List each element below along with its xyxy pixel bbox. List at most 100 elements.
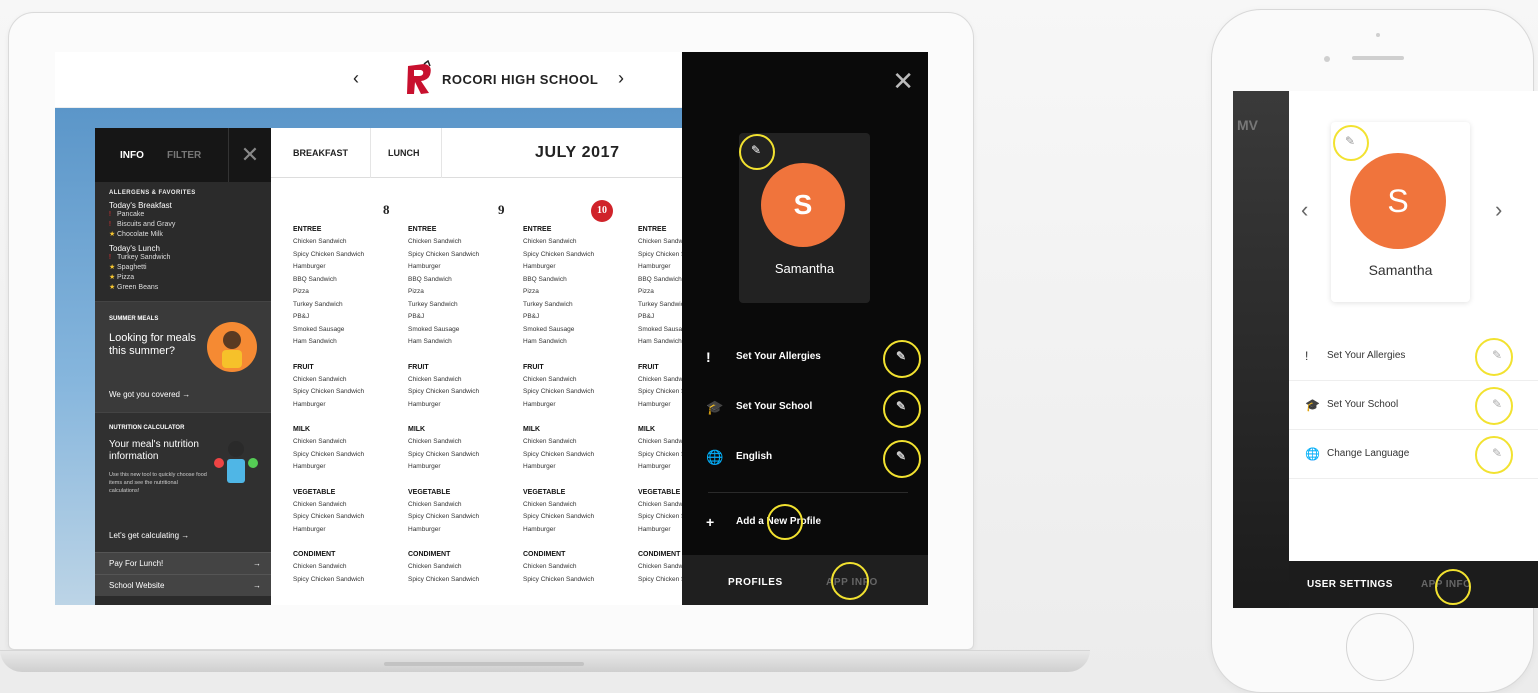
menu-food-item[interactable]: Hamburger — [523, 526, 556, 533]
menu-food-item[interactable]: Spicy Chicken Sandwich — [638, 513, 682, 520]
menu-food-item[interactable]: BBQ Sandwich — [523, 276, 567, 283]
menu-food-item[interactable]: Chicken Sandwich — [523, 501, 576, 508]
nutrition-calculator-card[interactable]: NUTRITION CALCULATOR Your meal's nutriti… — [95, 412, 271, 552]
tab-breakfast[interactable]: BREAKFAST — [293, 148, 348, 158]
edit-icon[interactable]: ✎ — [896, 349, 906, 363]
edit-icon[interactable]: ✎ — [1492, 348, 1502, 362]
sidebar-close-icon[interactable]: ✕ — [228, 128, 271, 182]
menu-food-item[interactable]: Smoked Sausage — [523, 326, 574, 333]
menu-food-item[interactable]: Turkey Sandwich — [523, 301, 573, 308]
tab-info[interactable]: INFO — [120, 150, 144, 161]
menu-food-item[interactable]: PB&J — [293, 313, 309, 320]
menu-food-item[interactable]: Smoked Sausage — [408, 326, 459, 333]
row-set-allergies[interactable]: ! Set Your Allergies ✎ — [682, 337, 928, 377]
menu-food-item[interactable]: Spicy Chicken Sandwich — [523, 576, 594, 583]
tab-lunch[interactable]: LUNCH — [388, 148, 420, 158]
menu-food-item[interactable]: Hamburger — [293, 401, 326, 408]
summer-meals-link[interactable]: We got you covered → — [109, 390, 190, 399]
menu-food-item[interactable]: Hamburger — [293, 263, 326, 270]
phone-profile-card[interactable]: ✎ S Samantha — [1331, 122, 1470, 302]
menu-food-item[interactable]: PB&J — [523, 313, 539, 320]
menu-food-item[interactable]: Chicken Sandwich — [408, 238, 461, 245]
menu-food-item[interactable]: Chicken Sandwich — [638, 238, 682, 245]
tab-profiles[interactable]: PROFILES — [728, 577, 783, 588]
tab-app-info[interactable]: APP INFO — [1421, 579, 1471, 590]
prev-school-arrow-icon[interactable]: ‹ — [353, 68, 359, 89]
menu-food-item[interactable]: Hamburger — [638, 401, 671, 408]
menu-food-item[interactable]: Spicy Chicken Sandwich — [408, 388, 479, 395]
menu-food-item[interactable]: Spicy Chicken Sandwich — [293, 513, 364, 520]
tab-user-settings[interactable]: USER SETTINGS — [1307, 579, 1393, 590]
add-profile-button[interactable]: + Add a New Profile — [682, 502, 928, 542]
menu-food-item[interactable]: Hamburger — [293, 526, 326, 533]
profile-card[interactable]: ✎ S Samantha — [739, 133, 870, 303]
tab-filter[interactable]: FILTER — [167, 150, 201, 161]
menu-food-item[interactable]: BBQ Sandwich — [638, 276, 682, 283]
menu-food-item[interactable]: Pizza — [523, 288, 539, 295]
menu-food-item[interactable]: Spicy Chicken Sandwich — [293, 251, 364, 258]
menu-food-item[interactable]: Spicy Chicken Sandwich — [638, 251, 682, 258]
menu-food-item[interactable]: Smoked Sausage — [638, 326, 682, 333]
row-language[interactable]: 🌐 English ✎ — [682, 437, 928, 477]
menu-food-item[interactable]: Ham Sandwich — [293, 338, 337, 345]
menu-food-item[interactable]: Spicy Chicken Sandwich — [408, 576, 479, 583]
menu-food-item[interactable]: Spicy Chicken Sandwich — [638, 451, 682, 458]
menu-food-item[interactable]: Chicken Sandwich — [638, 438, 682, 445]
sidebar-link[interactable]: Pay For Lunch! → — [95, 552, 271, 574]
menu-food-item[interactable]: PB&J — [638, 313, 654, 320]
menu-food-item[interactable]: Spicy Chicken Sandwich — [293, 451, 364, 458]
menu-food-item[interactable]: BBQ Sandwich — [293, 276, 337, 283]
menu-food-item[interactable]: Hamburger — [523, 463, 556, 470]
overlay-close-icon[interactable]: ✕ — [892, 66, 914, 97]
edit-icon[interactable]: ✎ — [896, 449, 906, 463]
menu-food-item[interactable]: Spicy Chicken Sandwich — [523, 513, 594, 520]
menu-food-item[interactable]: Chicken Sandwich — [638, 501, 682, 508]
menu-food-item[interactable]: Chicken Sandwich — [523, 438, 576, 445]
row-set-school[interactable]: 🎓 Set Your School ✎ — [682, 387, 928, 427]
menu-food-item[interactable]: Hamburger — [408, 401, 441, 408]
menu-food-item[interactable]: Hamburger — [408, 263, 441, 270]
menu-food-item[interactable]: Chicken Sandwich — [523, 563, 576, 570]
menu-food-item[interactable]: Spicy Chicken Sandwich — [523, 251, 594, 258]
edit-icon[interactable]: ✎ — [1492, 446, 1502, 460]
menu-food-item[interactable]: Ham Sandwich — [408, 338, 452, 345]
menu-food-item[interactable]: Chicken Sandwich — [293, 563, 346, 570]
menu-food-item[interactable]: Spicy Chicken Sandwich — [638, 388, 682, 395]
row-set-school[interactable]: 🎓 Set Your School ✎ — [1289, 381, 1538, 430]
menu-food-item[interactable]: Spicy Chicken Sandwich — [408, 251, 479, 258]
phone-home-button[interactable] — [1346, 613, 1414, 681]
menu-food-item[interactable]: Hamburger — [638, 526, 671, 533]
menu-food-item[interactable]: Spicy Chicken Sandwich — [638, 576, 682, 583]
menu-food-item[interactable]: Pizza — [293, 288, 309, 295]
menu-food-item[interactable]: Chicken Sandwich — [638, 563, 682, 570]
menu-food-item[interactable]: Hamburger — [408, 526, 441, 533]
tab-app-info[interactable]: APP INFO — [826, 577, 878, 588]
row-set-allergies[interactable]: ! Set Your Allergies ✎ — [1289, 332, 1538, 381]
nutrition-link[interactable]: Let's get calculating → — [109, 531, 189, 540]
menu-food-item[interactable]: Hamburger — [293, 463, 326, 470]
edit-icon[interactable]: ✎ — [751, 143, 761, 157]
menu-food-item[interactable]: Hamburger — [523, 263, 556, 270]
menu-food-item[interactable]: Chicken Sandwich — [293, 438, 346, 445]
menu-food-item[interactable]: Ham Sandwich — [523, 338, 567, 345]
menu-food-item[interactable]: Chicken Sandwich — [523, 238, 576, 245]
menu-food-item[interactable]: BBQ Sandwich — [408, 276, 452, 283]
menu-food-item[interactable]: Chicken Sandwich — [523, 376, 576, 383]
menu-food-item[interactable]: Turkey Sandwich — [638, 301, 682, 308]
prev-profile-chevron-icon[interactable]: ‹ — [1301, 197, 1308, 223]
menu-food-item[interactable]: Pizza — [408, 288, 424, 295]
edit-icon[interactable]: ✎ — [1345, 134, 1355, 148]
menu-food-item[interactable]: PB&J — [408, 313, 424, 320]
menu-food-item[interactable]: Spicy Chicken Sandwich — [293, 388, 364, 395]
menu-food-item[interactable]: Chicken Sandwich — [408, 563, 461, 570]
menu-food-item[interactable]: Hamburger — [638, 263, 671, 270]
row-change-language[interactable]: 🌐 Change Language ✎ — [1289, 430, 1538, 479]
menu-food-item[interactable]: Chicken Sandwich — [638, 376, 682, 383]
menu-food-item[interactable]: Ham Sandwich — [638, 338, 682, 345]
menu-food-item[interactable]: Chicken Sandwich — [293, 501, 346, 508]
menu-food-item[interactable]: Hamburger — [523, 401, 556, 408]
next-profile-chevron-icon[interactable]: › — [1495, 197, 1502, 223]
next-school-arrow-icon[interactable]: › — [618, 68, 624, 89]
menu-food-item[interactable]: Hamburger — [638, 463, 671, 470]
menu-food-item[interactable]: Spicy Chicken Sandwich — [408, 513, 479, 520]
